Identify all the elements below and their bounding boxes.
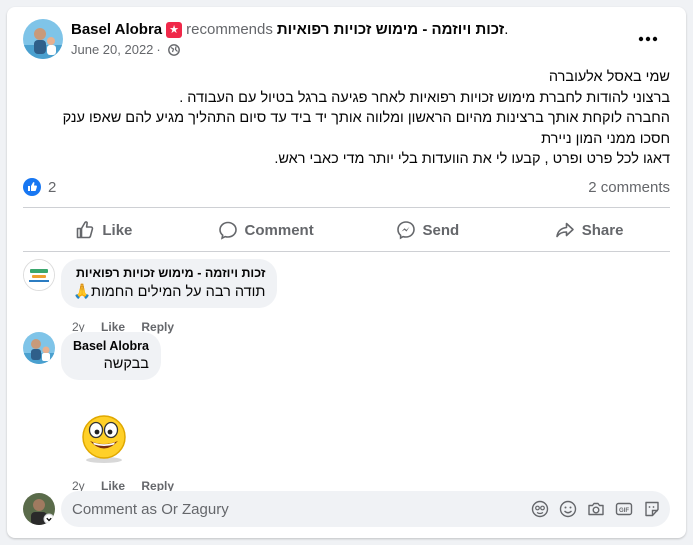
post-stats: 2 2 comments xyxy=(23,176,670,200)
comment-text: תודה רבה על המילים החמות🙏 xyxy=(73,284,266,300)
svg-text:GIF: GIF xyxy=(619,508,629,514)
post-actions-bar: Like Comment Send Share xyxy=(23,213,670,247)
like-button[interactable]: Like xyxy=(23,213,185,247)
page-suffix: . xyxy=(504,21,509,38)
share-label: Share xyxy=(581,221,624,239)
page-avatar[interactable] xyxy=(23,259,55,291)
comment-author[interactable]: זכות ויוזמה - מימוש זכויות רפואיות xyxy=(73,266,265,280)
commenter-avatar[interactable] xyxy=(23,332,55,364)
messenger-icon xyxy=(396,221,415,240)
composer-tools: GIF xyxy=(522,499,662,519)
current-user-avatar[interactable] xyxy=(23,493,55,525)
post-action-text: recommends xyxy=(186,21,273,38)
post-meta: June 20, 2022 · xyxy=(71,42,180,57)
avatar-sticker-icon[interactable] xyxy=(530,499,550,519)
comment-item: זכות ויוזמה - מימוש זכויות רפואיות תודה … xyxy=(23,259,663,334)
like-label: Like xyxy=(102,221,133,239)
post-card: Basel Alobra recommends זכות ויוזמה - מי… xyxy=(7,7,686,538)
post-body-line: שמי באסל אלעוברה xyxy=(548,69,670,85)
reactions-count[interactable]: 2 xyxy=(48,179,56,196)
post-header: Basel Alobra recommends זכות ויוזמה - מי… xyxy=(23,19,670,61)
camera-icon[interactable] xyxy=(586,499,606,519)
share-arrow-icon xyxy=(555,222,574,238)
post-body-line: דאגו לכל פרט ופרט , קבעו לי את הוועדות ב… xyxy=(274,151,670,167)
comment-bubble-icon xyxy=(218,221,237,240)
thumbs-up-icon xyxy=(77,221,94,239)
comment-bubble: זכות ויוזמה - מימוש זכויות רפואיות תודה … xyxy=(61,259,278,308)
comment-input-box[interactable]: GIF xyxy=(61,491,670,527)
comment-label: Comment xyxy=(244,221,314,239)
globe-icon xyxy=(167,43,180,56)
like-reaction-icon[interactable] xyxy=(23,178,41,196)
comment-item: Basel Alobra בבקשה 2y Like Reply xyxy=(23,332,663,493)
meta-separator: · xyxy=(156,42,161,57)
top-fan-badge-icon xyxy=(166,21,183,38)
gif-icon[interactable]: GIF xyxy=(614,499,634,519)
author-name[interactable]: Basel Alobra xyxy=(71,21,162,38)
post-body-line: החברה לוקחת אותך ברצינות מהיום הראשון ומ… xyxy=(62,110,670,126)
comment-composer: GIF xyxy=(23,491,670,527)
post-title-line: Basel Alobra recommends זכות ויוזמה - מי… xyxy=(71,21,508,38)
post-body-line: ברצוני להודות לחברת מימוש זכויות רפואיות… xyxy=(179,89,670,106)
page-name[interactable]: זכות ויוזמה - מימוש זכויות רפואיות xyxy=(277,21,504,38)
comment-input[interactable] xyxy=(72,500,372,518)
comment-bubble: Basel Alobra בבקשה xyxy=(61,332,161,380)
post-date[interactable]: June 20, 2022 xyxy=(71,42,153,57)
comment-text: בבקשה xyxy=(103,356,149,372)
comment-button[interactable]: Comment xyxy=(185,213,347,247)
post-body-line: חסכו ממני המון ניירת xyxy=(541,130,670,147)
sticker-icon[interactable] xyxy=(642,499,662,519)
stats-divider xyxy=(23,207,670,208)
comments-count-link[interactable]: 2 comments xyxy=(588,179,670,196)
share-button[interactable]: Share xyxy=(508,213,670,247)
send-button[interactable]: Send xyxy=(347,213,509,247)
comment-author[interactable]: Basel Alobra xyxy=(73,339,149,353)
actions-divider xyxy=(23,251,670,252)
smiling-emoji-sticker xyxy=(78,409,130,463)
more-options-icon[interactable] xyxy=(634,25,662,53)
emoji-icon[interactable] xyxy=(558,499,578,519)
author-avatar[interactable] xyxy=(23,19,63,59)
send-label: Send xyxy=(422,221,460,239)
post-body: שמי באסל אלעוברה ברצוני להודות לחברת מימ… xyxy=(23,67,670,170)
